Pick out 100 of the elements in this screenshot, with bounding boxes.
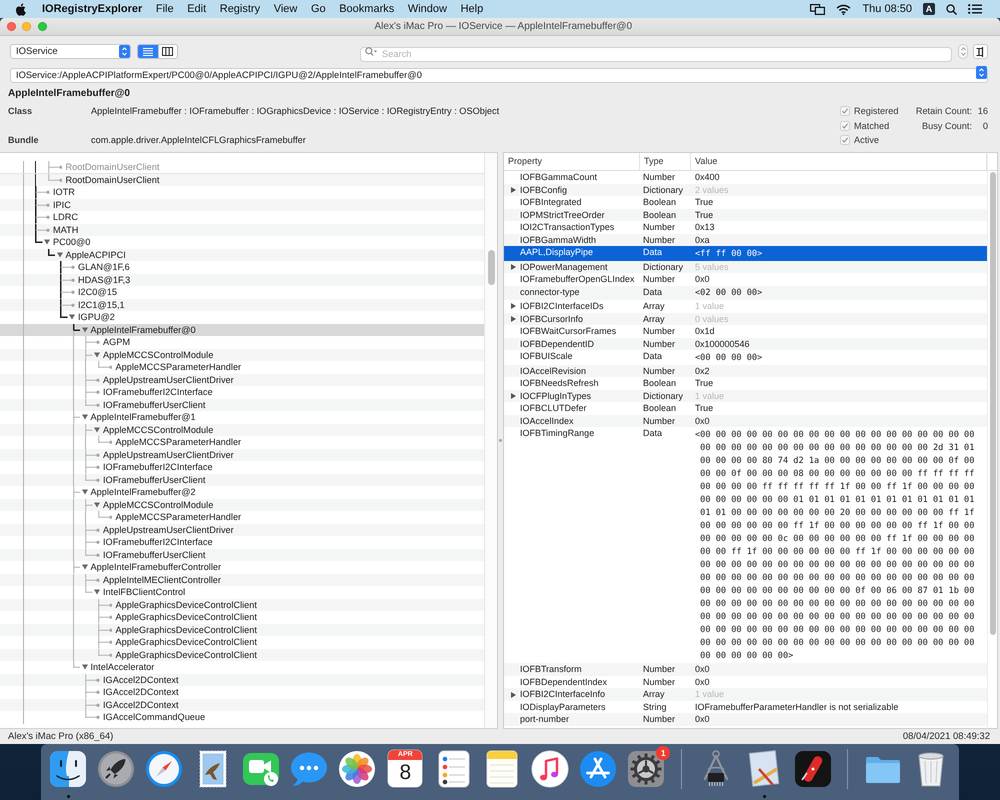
disclosure-triangle[interactable] <box>82 489 88 496</box>
tree-row[interactable]: AppleIntelMEClientController <box>0 574 484 586</box>
property-row[interactable]: IOFBDependentIndex Number 0x0 <box>504 676 987 688</box>
property-row[interactable]: IOFBI2CInterfaceInfo Array 1 value <box>504 688 987 701</box>
disclosure-triangle[interactable] <box>511 264 516 270</box>
tree-row[interactable]: AppleMCCSControlModule <box>0 348 484 361</box>
property-row[interactable]: IOAccelRevision Number 0x2 <box>504 364 987 378</box>
disclosure-triangle[interactable] <box>82 326 88 333</box>
disclosure-triangle[interactable] <box>94 589 100 596</box>
connector-line <box>98 611 112 624</box>
disclosure-triangle[interactable] <box>44 239 50 246</box>
smiling-face-icon[interactable] <box>48 749 88 789</box>
property-row[interactable]: IOPMStrictTreeOrder Boolean True <box>504 208 987 221</box>
checkbox[interactable] <box>840 106 850 116</box>
property-row[interactable]: IOFBGammaWidth Number 0xa <box>504 234 987 246</box>
column-header[interactable]: Property <box>504 153 640 170</box>
disclosure-triangle[interactable] <box>511 392 516 399</box>
disclosure-triangle[interactable] <box>82 564 88 570</box>
flower-icon[interactable] <box>337 749 378 789</box>
tree-row[interactable]: IPIC <box>0 198 484 211</box>
tree-row[interactable]: IOFramebufferUserClient <box>0 474 484 486</box>
scrollbar-thumb[interactable] <box>488 250 494 285</box>
property-row[interactable]: AAPL,DisplayPipe Data <ff ff 00 00> <box>504 246 987 261</box>
column-header[interactable]: Value <box>691 153 987 170</box>
property-row[interactable]: connector-type Data <02 00 00 00> <box>504 286 987 300</box>
tree-row[interactable]: RootDomainUserClient <box>0 174 484 186</box>
disclosure-triangle[interactable] <box>94 352 100 358</box>
compass-icon[interactable] <box>144 749 184 789</box>
disclosure-triangle[interactable] <box>69 314 75 320</box>
tree-row[interactable]: AppleMCCSControlModule <box>0 498 484 511</box>
menu-item[interactable]: Help <box>460 2 484 16</box>
disclosure-triangle[interactable] <box>82 414 88 420</box>
close-button[interactable] <box>6 22 16 31</box>
menu-item[interactable]: Go <box>310 2 326 16</box>
disclosure-triangle[interactable] <box>511 316 516 322</box>
disclosure-triangle[interactable] <box>511 303 516 310</box>
menu-item[interactable]: File <box>156 2 174 16</box>
property-row[interactable]: IOPowerManagement Dictionary 5 values <box>504 260 987 274</box>
pocket-knife-icon[interactable] <box>792 749 833 789</box>
notification-badge: 1 <box>656 746 670 760</box>
gear-icon[interactable] <box>626 749 666 789</box>
tree-row[interactable]: I2C1@15,1 <box>0 298 484 311</box>
panel-button[interactable] <box>973 44 988 59</box>
apple-icon[interactable] <box>15 2 26 16</box>
property-row[interactable] <box>504 427 987 664</box>
input-source-badge[interactable]: A <box>923 3 935 15</box>
disclosure-triangle[interactable] <box>94 502 100 508</box>
disclosure-triangle[interactable] <box>511 692 516 698</box>
disclosure-triangle[interactable] <box>82 664 88 670</box>
property-row[interactable]: IODisplayParameters String IOFramebufferParameterHandler is not serializable <box>504 700 987 714</box>
menu-item[interactable]: Registry <box>220 2 260 16</box>
property-row[interactable]: IOCFPlugInTypes Dictionary 1 value <box>504 390 987 402</box>
tree-row[interactable]: AppleUpstreamUserClientDriver <box>0 524 484 536</box>
tree-row[interactable]: AppleGraphicsDeviceControlClient <box>0 624 484 636</box>
menu-item[interactable]: Window <box>408 2 447 16</box>
rocket-icon[interactable] <box>96 749 136 789</box>
checkbox[interactable] <box>840 135 850 146</box>
tree-row[interactable]: AppleACPIPCI <box>0 248 484 261</box>
app-menu[interactable]: IORegistryExplorer <box>42 2 142 16</box>
tree-row[interactable]: AppleGraphicsDeviceControlClient <box>0 648 484 661</box>
tree-row[interactable]: AppleIntelFramebuffer@0 <box>0 324 484 336</box>
tree-row[interactable]: AppleUpstreamUserClientDriver <box>0 374 484 386</box>
tree-row[interactable]: AppleGraphicsDeviceControlClient <box>0 598 484 611</box>
overlapping-screens-icon[interactable] <box>810 4 826 14</box>
stylized-a-icon[interactable] <box>578 749 618 789</box>
music-note-icon[interactable] <box>530 749 570 789</box>
property-row[interactable]: IOFBConfig Dictionary 2 values <box>504 184 987 196</box>
property-row[interactable]: IOFBDependentID Number 0x100000546 <box>504 338 987 350</box>
property-row[interactable]: IOFBTransform Number 0x0 <box>504 663 987 676</box>
tree-row[interactable]: IGAccel2DContext <box>0 698 484 711</box>
plane-popup[interactable]: IOService <box>10 44 131 59</box>
column-header[interactable]: Type <box>640 153 691 170</box>
checkbox[interactable] <box>840 120 850 131</box>
entry-name: AppleIntelFramebuffer@0 <box>8 88 131 100</box>
list-icon[interactable] <box>968 4 982 14</box>
property-row[interactable]: IOAccelIndex Number 0x0 <box>504 414 987 428</box>
disclosure-triangle[interactable] <box>511 186 516 193</box>
menu-item[interactable]: Edit <box>187 2 206 16</box>
tree-row[interactable]: IGAccel2DContext <box>0 674 484 686</box>
tree-row[interactable]: IOFramebufferUserClient <box>0 398 484 411</box>
grip-dot-icon[interactable] <box>499 439 502 442</box>
property-row[interactable]: port-number Number 0x0 <box>504 713 987 726</box>
path-combo-box[interactable]: IOService:/AppleACPIPlatformExpert/PC00@0/AppleACPIPCI/IGPU@2/AppleIntelFramebuffer@0 <box>10 68 988 82</box>
scrollbar-thumb[interactable] <box>990 172 996 635</box>
disclosure-triangle[interactable] <box>94 426 100 433</box>
disclosure-triangle[interactable] <box>56 252 62 258</box>
stepper-button[interactable] <box>958 44 968 59</box>
tree-row[interactable]: AppleUpstreamUserClientDriver <box>0 448 484 461</box>
tree-row[interactable]: HDAS@1F,3 <box>0 274 484 286</box>
tree-row[interactable]: MATH <box>0 224 484 236</box>
tree-row[interactable]: IOFramebufferUserClient <box>0 548 484 561</box>
property-row[interactable]: IOFBCursorInfo Array 0 values <box>504 312 987 326</box>
view-mode-segment[interactable] <box>158 45 177 58</box>
tree-row[interactable]: AppleMCCSControlModule <box>0 424 484 436</box>
menu-item[interactable]: View <box>274 2 298 16</box>
search-icon[interactable] <box>946 4 957 14</box>
search-field[interactable]: Search <box>360 46 952 62</box>
menu-clock[interactable]: Thu 08:50 <box>862 2 912 16</box>
menu-item[interactable]: Bookmarks <box>339 2 394 16</box>
wifi-icon[interactable] <box>836 4 852 14</box>
